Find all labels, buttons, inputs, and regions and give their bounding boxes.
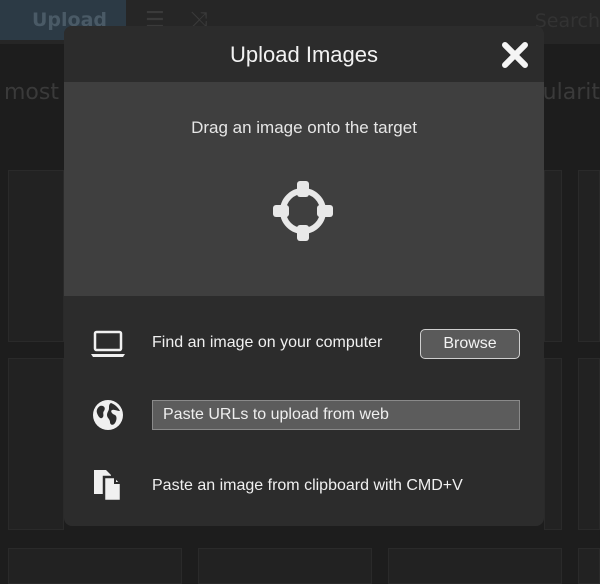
background-tile: [388, 548, 562, 584]
globe-icon: [93, 400, 123, 430]
upload-modal: Upload Images Drag an image onto the tar…: [64, 26, 544, 526]
drop-zone[interactable]: Drag an image onto the target: [64, 82, 544, 296]
laptop-icon: [91, 330, 125, 357]
background-search: Search: [534, 10, 600, 32]
crosshair-target-icon: [273, 181, 333, 241]
background-tile: [578, 548, 600, 584]
background-tile: [578, 170, 600, 342]
url-input[interactable]: [152, 400, 520, 430]
background-tile: [544, 358, 562, 530]
background-tile: [8, 170, 64, 342]
modal-header: Upload Images: [64, 26, 544, 82]
background-tile: [544, 170, 562, 342]
browse-button[interactable]: Browse: [420, 329, 520, 359]
background-tile: [8, 358, 64, 530]
paste-documents-icon: [94, 470, 123, 503]
background-tile: [198, 548, 372, 584]
close-icon[interactable]: [500, 40, 530, 70]
background-sort-left: most: [4, 80, 59, 105]
background-tile: [8, 548, 182, 584]
modal-title: Upload Images: [230, 42, 378, 67]
background-sort-right: ularit: [542, 80, 600, 105]
clipboard-paste-label: Paste an image from clipboard with CMD+V: [152, 477, 463, 494]
background-tile: [578, 358, 600, 530]
drop-zone-text: Drag an image onto the target: [191, 118, 417, 137]
computer-upload-label: Find an image on your computer: [152, 334, 383, 351]
